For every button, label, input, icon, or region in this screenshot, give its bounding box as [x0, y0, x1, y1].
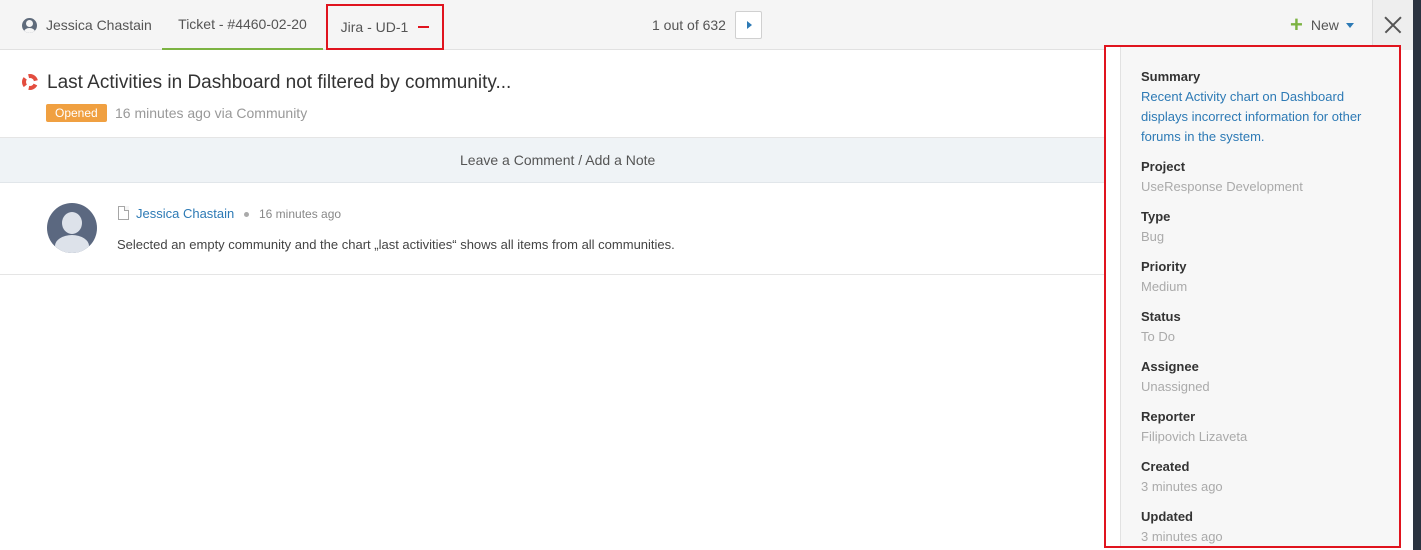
field-reporter: Reporter Filipovich Lizaveta: [1141, 407, 1391, 447]
field-label: Type: [1141, 209, 1171, 224]
activity-time: 16 minutes ago: [259, 207, 342, 221]
avatar: [47, 203, 97, 253]
leave-comment-button[interactable]: Leave a Comment / Add a Note: [0, 138, 1104, 183]
tab-jira[interactable]: Jira - UD-1: [326, 4, 444, 50]
document-icon: [118, 206, 129, 220]
new-button-label: New: [1310, 17, 1339, 33]
pager: 1 out of 632: [652, 0, 762, 50]
field-value: 3 minutes ago: [1141, 529, 1223, 544]
plus-icon: +: [1290, 12, 1303, 37]
field-assignee: Assignee Unassigned: [1141, 357, 1391, 397]
field-label: Project: [1141, 159, 1186, 174]
chevron-down-icon: [1345, 22, 1354, 28]
next-page-button[interactable]: [734, 11, 762, 39]
field-value: To Do: [1141, 329, 1175, 344]
top-bar: Jessica Chastain Ticket - #4460-02-20 Ji…: [0, 0, 1413, 50]
chevron-right-icon: [746, 21, 752, 29]
field-label: Summary: [1141, 69, 1201, 84]
window-edge: [1413, 0, 1421, 550]
field-type: Type Bug: [1141, 207, 1391, 247]
field-priority: Priority Medium: [1141, 257, 1391, 297]
pager-text: 1 out of 632: [652, 17, 726, 33]
tab-jira-label: Jira - UD-1: [340, 19, 409, 35]
field-value: Unassigned: [1141, 379, 1210, 394]
field-value: 3 minutes ago: [1141, 479, 1223, 494]
field-value: Medium: [1141, 279, 1188, 294]
field-summary: Summary Recent Activity chart on Dashboa…: [1141, 67, 1391, 147]
tab-ticket-label: Ticket - #4460-02-20: [178, 16, 307, 32]
ticket-title: Last Activities in Dashboard not filtere…: [47, 72, 512, 93]
field-value: Bug: [1141, 229, 1165, 244]
user-avatar-icon: [22, 17, 37, 33]
tab-user[interactable]: Jessica Chastain: [22, 0, 152, 50]
ticket-header: Last Activities in Dashboard not filtere…: [0, 50, 1104, 138]
new-button[interactable]: + New: [1290, 0, 1354, 50]
summary-link[interactable]: Recent Activity chart on Dashboard displ…: [1141, 87, 1391, 147]
field-value: Filipovich Lizaveta: [1141, 429, 1248, 444]
close-button[interactable]: [1372, 0, 1413, 50]
field-value: UseResponse Development: [1141, 179, 1303, 194]
field-label: Assignee: [1141, 359, 1199, 374]
tab-ticket[interactable]: Ticket - #4460-02-20: [162, 0, 323, 50]
jira-panel-body: Summary Recent Activity chart on Dashboa…: [1120, 47, 1399, 546]
unlink-icon[interactable]: [418, 26, 430, 28]
activity-item: Jessica Chastain 16 minutes ago Selected…: [0, 183, 1104, 275]
field-label: Status: [1141, 309, 1181, 324]
lifebuoy-icon: [22, 74, 38, 90]
activity-message: Selected an empty community and the char…: [117, 237, 675, 252]
author-link[interactable]: Jessica Chastain: [136, 206, 234, 221]
field-label: Reporter: [1141, 409, 1196, 424]
field-created: Created 3 minutes ago: [1141, 457, 1391, 497]
field-updated: Updated 3 minutes ago: [1141, 507, 1391, 546]
ticket-view: Jessica Chastain Ticket - #4460-02-20 Ji…: [0, 0, 1421, 550]
field-label: Created: [1141, 459, 1190, 474]
field-status: Status To Do: [1141, 307, 1391, 347]
tab-user-label: Jessica Chastain: [46, 17, 152, 33]
comment-bar-label: Leave a Comment / Add a Note: [460, 152, 656, 168]
field-label: Updated: [1141, 509, 1193, 524]
ticket-meta: 16 minutes ago via Community: [115, 105, 308, 121]
jira-details-panel: Summary Recent Activity chart on Dashboa…: [1104, 45, 1401, 548]
status-badge: Opened: [46, 104, 107, 122]
field-label: Priority: [1141, 259, 1187, 274]
field-project: Project UseResponse Development: [1141, 157, 1391, 197]
separator-dot: [244, 212, 249, 217]
